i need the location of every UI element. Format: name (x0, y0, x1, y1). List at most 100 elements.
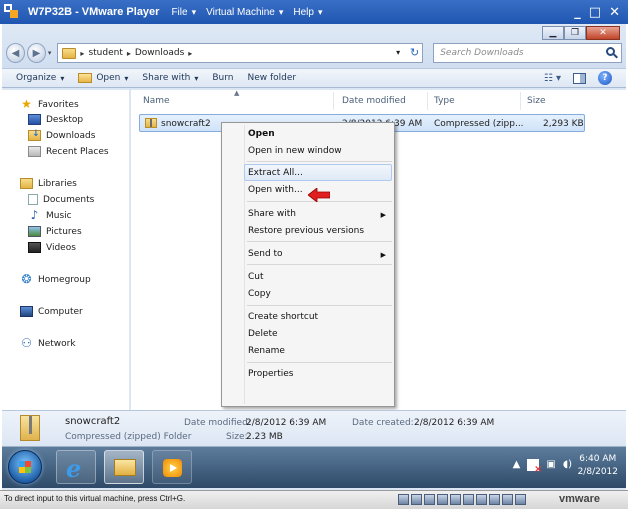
menu-item-copy[interactable]: Copy (248, 289, 271, 299)
menu-item-rename[interactable]: Rename (248, 346, 285, 356)
vmware-close-button[interactable]: ✕ (609, 5, 620, 20)
menu-item-restore-previous-versions[interactable]: Restore previous versions (248, 226, 364, 236)
taskbar-clock[interactable]: 6:40 AM 2/8/2012 (578, 453, 618, 479)
column-size[interactable]: Size (527, 96, 545, 106)
column-divider[interactable] (427, 92, 428, 110)
vmware-minimize-button[interactable]: _ (574, 5, 581, 20)
taskbar: e ▲ ▣ ◖) 6:40 AM 2/8/2012 (2, 446, 626, 488)
change-view-icon[interactable]: ☷ ▾ (544, 73, 561, 84)
network-tray-icon[interactable]: ▣ (546, 459, 555, 471)
nav-libraries[interactable]: Libraries (20, 178, 77, 189)
nav-documents[interactable]: Documents (28, 194, 94, 205)
explorer-minimize-button[interactable]: ▁ (542, 26, 564, 40)
breadcrumb-chevron-icon[interactable]: ▸ (80, 49, 84, 58)
explorer-restore-button[interactable]: ❐ (564, 26, 586, 40)
vmware-maximize-button[interactable]: □ (589, 5, 601, 20)
back-button[interactable]: ◀ (6, 43, 25, 63)
nav-music-label: Music (46, 210, 72, 221)
menu-item-send-to[interactable]: Send to (248, 249, 283, 259)
menu-item-open-with[interactable]: Open with... (248, 185, 303, 195)
menu-item-properties[interactable]: Properties (248, 369, 293, 379)
refresh-icon[interactable]: ↻ (410, 46, 419, 59)
nav-videos[interactable]: Videos (28, 242, 76, 253)
explorer-chrome: ▁ ❐ ✕ ◀ ▶ ▾ ▸ student ▸ Downloads ▸ ▾ ↻ … (2, 24, 626, 88)
menu-item-share-with[interactable]: Share with (248, 209, 296, 219)
taskbar-windows-explorer[interactable] (104, 450, 144, 484)
organize-button[interactable]: Organize (16, 73, 64, 83)
volume-icon[interactable]: ◖) (563, 459, 572, 471)
vmware-menu-help[interactable]: Help (293, 7, 322, 18)
breadcrumb-student[interactable]: student (88, 48, 122, 58)
open-folder-icon (78, 73, 93, 83)
address-dropdown-icon[interactable]: ▾ (396, 48, 400, 57)
column-type[interactable]: Type (434, 96, 455, 106)
help-icon[interactable]: ? (598, 71, 612, 85)
nav-documents-label: Documents (43, 194, 95, 205)
menu-item-open[interactable]: Open (248, 129, 275, 139)
details-date-modified: 2/8/2012 6:39 AM (246, 418, 327, 428)
printer-icon[interactable] (476, 494, 487, 505)
vmware-menu-virtual-machine[interactable]: Virtual Machine (206, 7, 283, 18)
nav-pictures-label: Pictures (46, 226, 82, 237)
column-name[interactable]: Name (143, 96, 170, 106)
nav-desktop[interactable]: Desktop (28, 114, 83, 125)
search-input[interactable]: Search Downloads (433, 43, 623, 63)
vmware-device-icons (398, 494, 526, 505)
details-pane: snowcraft2 Compressed (zipped) Folder Da… (2, 410, 626, 446)
vmware-menu: File Virtual Machine Help (171, 7, 322, 18)
nav-homegroup[interactable]: ❂ Homegroup (20, 272, 90, 286)
menu-item-extract-all[interactable]: Extract All... (248, 168, 303, 178)
action-center-flag-icon[interactable] (527, 459, 542, 475)
taskbar-media-player[interactable] (152, 450, 192, 484)
start-button[interactable] (8, 450, 42, 484)
message-icon[interactable] (502, 494, 513, 505)
recent-places-icon (28, 146, 41, 157)
burn-button[interactable]: Burn (212, 73, 233, 83)
nav-downloads[interactable]: Downloads (28, 129, 95, 141)
new-folder-button[interactable]: New folder (247, 73, 296, 83)
breadcrumb-chevron-icon[interactable]: ▸ (188, 49, 192, 58)
column-date-modified[interactable]: Date modified (342, 96, 406, 106)
open-button[interactable]: Open (78, 73, 128, 83)
nav-favorites[interactable]: ★ Favorites (20, 98, 79, 111)
breadcrumb-chevron-icon[interactable]: ▸ (127, 49, 131, 58)
menu-item-create-shortcut[interactable]: Create shortcut (248, 312, 318, 322)
zip-folder-icon (145, 118, 157, 128)
recent-pages-dropdown-icon[interactable]: ▾ (48, 49, 52, 57)
search-icon[interactable] (606, 47, 616, 56)
share-with-button[interactable]: Share with (142, 73, 198, 83)
vmware-status-bar: To direct input to this virtual machine,… (0, 490, 628, 509)
file-name[interactable]: snowcraft2 (161, 119, 211, 129)
column-divider[interactable] (520, 92, 521, 110)
nav-computer[interactable]: Computer (20, 306, 83, 317)
menu-item-open-new-window[interactable]: Open in new window (248, 146, 342, 156)
cd-dvd-icon[interactable] (411, 494, 422, 505)
vmware-menu-file[interactable]: File (171, 7, 196, 18)
address-bar[interactable]: ▸ student ▸ Downloads ▸ ▾ ↻ (57, 43, 424, 63)
nav-music[interactable]: ♪ Music (28, 209, 72, 221)
usb-icon[interactable] (450, 494, 461, 505)
menu-item-delete[interactable]: Delete (248, 329, 278, 339)
vmware-window-title: W7P32B - VMware Player (28, 6, 160, 18)
show-hidden-icons-icon[interactable]: ▲ (513, 459, 521, 471)
nav-recent-places[interactable]: Recent Places (28, 146, 109, 157)
breadcrumb-downloads[interactable]: Downloads (135, 48, 184, 58)
floppy-icon[interactable] (424, 494, 435, 505)
hard-disk-icon[interactable] (398, 494, 409, 505)
column-divider[interactable] (333, 92, 334, 110)
explorer-close-button[interactable]: ✕ (586, 26, 620, 40)
menu-item-cut[interactable]: Cut (248, 272, 264, 282)
device-icon[interactable] (515, 494, 526, 505)
file-size: 2,293 KB (543, 119, 584, 129)
homegroup-icon: ❂ (21, 272, 32, 286)
nav-pictures[interactable]: Pictures (28, 226, 82, 237)
forward-button[interactable]: ▶ (26, 43, 46, 63)
preview-pane-icon[interactable] (573, 72, 586, 84)
taskbar-internet-explorer[interactable]: e (56, 450, 96, 484)
sound-card-icon[interactable] (463, 494, 474, 505)
submenu-arrow-icon: ▶ (380, 211, 386, 219)
nav-network[interactable]: ⚇ Network (20, 337, 75, 349)
network-adapter-icon[interactable] (437, 494, 448, 505)
submenu-arrow-icon: ▶ (380, 251, 386, 259)
display-icon[interactable] (489, 494, 500, 505)
